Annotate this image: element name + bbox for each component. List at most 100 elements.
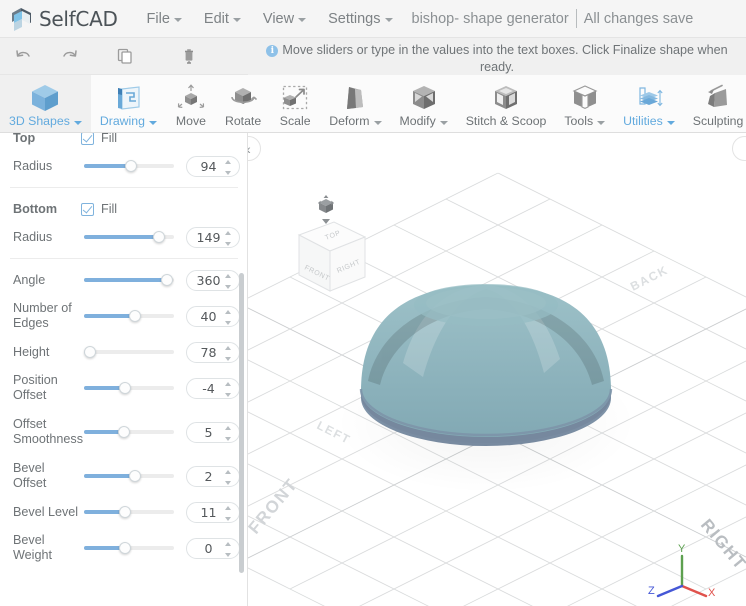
slider-knob[interactable] [129,470,141,482]
stepper-arrows-icon[interactable] [225,230,232,246]
number-input-bevel-weight[interactable]: 0 [186,537,240,559]
slider-bevel-level[interactable] [84,504,174,520]
menu-item-edit-label: Edit [203,10,229,27]
slider-knob[interactable] [119,542,131,554]
chevron-down-icon [666,121,675,125]
brand-logo[interactable]: SelfCAD [0,6,118,32]
view-cube[interactable]: TOP FRONT RIGHT [266,193,376,303]
ribbon-item-utilities[interactable]: Utilities [614,75,684,132]
panel-scrollbar[interactable] [239,273,244,573]
menu-item-settings[interactable]: Settings [317,6,403,32]
stepper-arrows-icon[interactable] [225,345,232,361]
number-input-height[interactable]: 78 [186,341,240,363]
param-row-number-of-edges: Number of Edges 40 [0,294,247,338]
ribbon-item-move[interactable]: Move [166,75,216,132]
ribbon-item-scale[interactable]: Scale [270,75,320,132]
number-input-offset-smoothness[interactable]: 5 [186,421,240,443]
info-banner-text-wrap: i Move sliders or type in the values into… [257,42,737,76]
stepper-arrows-icon[interactable] [225,309,232,325]
number-input-angle[interactable]: 360 [186,269,240,291]
shape-parameters-panel: Top Fill Radius 94 Bottom Fill Radius 14… [0,133,248,606]
slider-position-offset[interactable] [84,380,174,396]
top-fill-checkbox[interactable] [81,133,94,145]
undo-button[interactable] [0,38,46,74]
slider-number-of-edges[interactable] [84,308,174,324]
ribbon-item-tools-label: Tools [564,114,606,129]
header-divider [575,9,577,28]
slider-bottom-radius[interactable] [84,229,174,245]
menu-item-edit[interactable]: Edit [193,6,252,32]
bottom-fill-checkbox[interactable] [81,202,94,216]
panel-divider [10,187,238,188]
axis-label-y: Y [678,543,686,555]
stepper-arrows-icon[interactable] [225,159,232,175]
floor-label-front: FRONT [248,475,302,538]
slider-angle[interactable] [84,272,174,288]
chevron-down-icon [298,18,307,22]
ribbon-item-deform[interactable]: Deform [320,75,390,132]
ribbon-item-modify[interactable]: Modify [391,75,457,132]
selfcad-app-window: SelfCAD File Edit View Settings bishop- … [0,0,746,606]
main-ribbon-toolbar: 3D Shapes Drawing Move Rotate Scale Defo… [0,75,746,133]
info-banner-text: Move sliders or type in the values into … [282,43,728,74]
ribbon-item-sculpting[interactable]: Sculpting [684,75,746,132]
stepper-arrows-icon[interactable] [225,381,232,397]
slider-knob[interactable] [119,506,131,518]
slider-knob[interactable] [118,426,130,438]
slider-top-radius[interactable] [84,158,174,174]
slider-knob[interactable] [119,382,131,394]
ribbon-label-text: Utilities [623,114,663,128]
stepper-arrows-icon[interactable] [225,425,232,441]
slider-knob[interactable] [161,274,173,286]
menu-item-view[interactable]: View [252,6,317,32]
undo-arrow-icon [14,47,33,66]
group-header-bottom: Bottom Fill [0,195,247,223]
ribbon-item-3d-shapes[interactable]: 3D Shapes [0,75,91,132]
stepper-arrows-icon[interactable] [225,541,232,557]
slider-knob[interactable] [129,310,141,322]
slider-bevel-weight[interactable] [84,540,174,556]
stepper-arrows-icon[interactable] [225,273,232,289]
param-row-height: Height 78 [0,338,247,366]
slider-knob[interactable] [84,346,96,358]
slider-knob[interactable] [125,160,137,172]
slider-knob[interactable] [153,231,165,243]
copy-icon [116,47,134,65]
slider-fill [84,164,131,168]
menu-item-file[interactable]: File [136,6,193,32]
slider-height[interactable] [84,344,174,360]
panel-divider [10,258,238,259]
redo-button[interactable] [46,38,92,74]
ribbon-item-scale-label: Scale [280,114,311,129]
param-label-bevel-weight: Bevel Weight [13,533,52,562]
ribbon-item-stitch-scoop[interactable]: Stitch & Scoop [457,75,556,132]
3d-viewport[interactable]: LEFT BACK FRONT RIGHT TOP FRONT RIGHT Y … [248,133,746,606]
number-input-number-of-edges[interactable]: 40 [186,305,240,327]
number-input-bevel-offset[interactable]: 2 [186,465,240,487]
axis-label-x: X [708,587,716,599]
copy-button[interactable] [102,38,148,74]
ribbon-item-rotate[interactable]: Rotate [216,75,270,132]
number-input-bottom-radius[interactable]: 149 [186,226,240,248]
param-row-offset-smoothness: Offset Smoothness 5 [0,410,247,454]
ribbon-item-drawing-label: Drawing [100,114,157,129]
stepper-arrows-icon[interactable] [225,469,232,485]
ribbon-item-drawing[interactable]: Drawing [91,75,166,132]
slider-bevel-offset[interactable] [84,468,174,484]
ribbon-item-tools[interactable]: Tools [555,75,614,132]
param-label-bottom-radius: Radius [13,229,53,244]
number-input-top-radius[interactable]: 94 [186,155,240,177]
ribbon-item-deform-label: Deform [329,114,382,129]
param-label-offset-smoothness: Offset Smoothness [13,417,84,446]
home-cube-icon [318,195,334,224]
trash-icon [180,47,198,65]
number-input-position-offset[interactable]: -4 [186,377,240,399]
project-name[interactable]: bishop- shape generator [412,11,569,27]
ribbon-label-text: Sculpting [692,114,744,128]
slider-offset-smoothness[interactable] [84,424,174,440]
number-input-bevel-level[interactable]: 11 [186,501,240,523]
delete-button[interactable] [166,38,212,74]
panel-scroll-content: Top Fill Radius 94 Bottom Fill Radius 14… [0,133,247,570]
axis-label-z: Z [648,585,655,597]
stepper-arrows-icon[interactable] [225,505,232,521]
